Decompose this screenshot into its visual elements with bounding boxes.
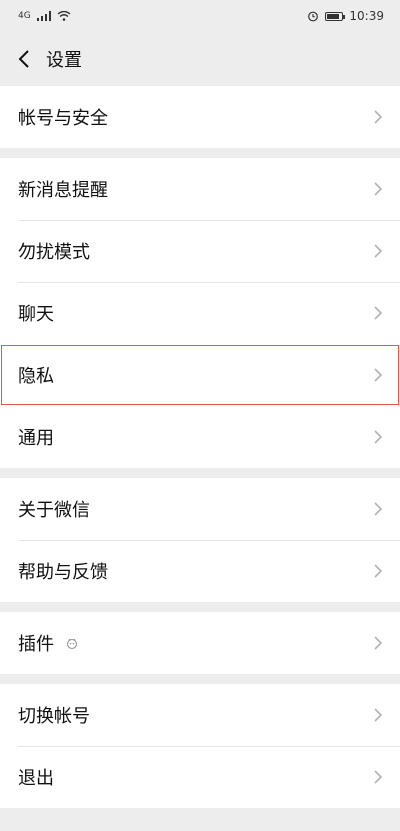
settings-item-label: 勿扰模式 bbox=[18, 242, 90, 263]
settings-item-label: 切换帐号 bbox=[18, 706, 90, 727]
section-gap bbox=[0, 468, 400, 478]
settings-item-help-feedback[interactable]: 帮助与反馈 bbox=[0, 540, 400, 602]
status-time: 10:39 bbox=[349, 9, 384, 23]
page-title: 设置 bbox=[46, 50, 82, 71]
chevron-right-icon bbox=[374, 430, 383, 444]
settings-item-label: 新消息提醒 bbox=[18, 180, 108, 201]
chevron-right-icon bbox=[374, 636, 383, 650]
settings-item-do-not-disturb[interactable]: 勿扰模式 bbox=[0, 220, 400, 282]
signal-icon bbox=[36, 11, 51, 21]
settings-item-new-message-alerts[interactable]: 新消息提醒 bbox=[0, 158, 400, 220]
chevron-left-icon[interactable] bbox=[14, 49, 34, 69]
settings-group-account: 帐号与安全 bbox=[0, 86, 400, 148]
plugin-icon bbox=[66, 638, 78, 650]
settings-item-label: 插件 bbox=[18, 634, 54, 655]
chevron-right-icon bbox=[374, 502, 383, 516]
settings-item-log-out[interactable]: 退出 bbox=[0, 746, 400, 808]
chevron-right-icon bbox=[374, 708, 383, 722]
settings-item-plugins[interactable]: 插件 bbox=[0, 612, 400, 674]
chevron-right-icon bbox=[374, 564, 383, 578]
nav-bar: 设置 bbox=[0, 32, 400, 86]
chevron-right-icon bbox=[374, 368, 383, 382]
settings-item-general[interactable]: 通用 bbox=[0, 406, 400, 468]
settings-item-switch-account[interactable]: 切换帐号 bbox=[0, 684, 400, 746]
settings-group-general: 新消息提醒 勿扰模式 聊天 隐私 通用 bbox=[0, 158, 400, 468]
chevron-right-icon bbox=[374, 182, 383, 196]
settings-item-label: 关于微信 bbox=[18, 500, 90, 521]
status-right: 10:39 bbox=[307, 9, 384, 23]
settings-item-label: 聊天 bbox=[18, 304, 54, 325]
alarm-icon bbox=[308, 11, 319, 22]
settings-item-label: 隐私 bbox=[18, 366, 54, 387]
settings-item-chat[interactable]: 聊天 bbox=[0, 282, 400, 344]
settings-item-label: 帮助与反馈 bbox=[18, 562, 108, 583]
section-gap bbox=[0, 674, 400, 684]
settings-item-label: 通用 bbox=[18, 428, 54, 449]
status-left: 4G bbox=[18, 11, 71, 21]
settings-item-label-wrap: 插件 bbox=[18, 630, 80, 656]
chevron-right-icon bbox=[374, 244, 383, 258]
settings-item-account-security[interactable]: 帐号与安全 bbox=[0, 86, 400, 148]
section-gap bbox=[0, 148, 400, 158]
chevron-right-icon bbox=[374, 770, 383, 784]
chevron-right-icon bbox=[374, 306, 383, 320]
settings-group-plugins: 插件 bbox=[0, 612, 400, 674]
status-bar: 4G 10:39 bbox=[0, 0, 400, 32]
settings-group-session: 切换帐号 退出 bbox=[0, 684, 400, 808]
settings-group-about: 关于微信 帮助与反馈 bbox=[0, 478, 400, 602]
settings-item-privacy[interactable]: 隐私 bbox=[0, 344, 400, 406]
settings-item-label: 帐号与安全 bbox=[18, 108, 108, 129]
chevron-right-icon bbox=[374, 110, 383, 124]
network-type: 4G bbox=[18, 11, 31, 21]
settings-item-about-wechat[interactable]: 关于微信 bbox=[0, 478, 400, 540]
battery-icon bbox=[325, 11, 346, 21]
settings-item-label: 退出 bbox=[18, 768, 54, 789]
wifi-icon bbox=[57, 11, 71, 21]
section-gap bbox=[0, 602, 400, 612]
